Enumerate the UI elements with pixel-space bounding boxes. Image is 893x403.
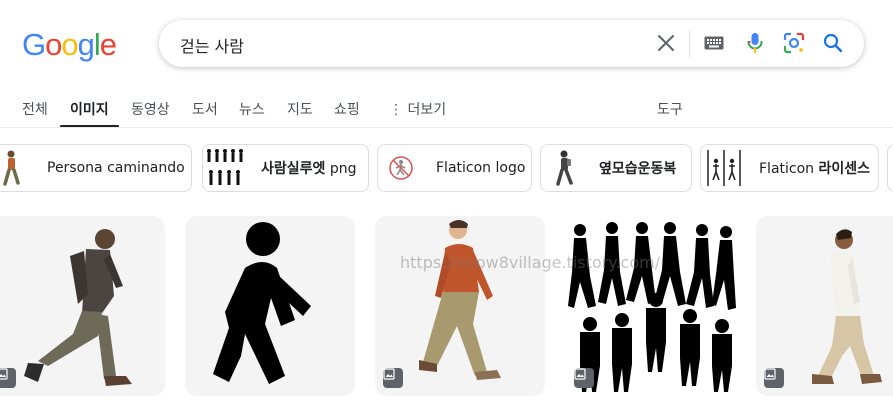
tab-videos[interactable]: 동영상 [131, 99, 170, 119]
image-result[interactable] [0, 216, 165, 396]
logo-letter: e [99, 27, 117, 62]
walking-pictogram-image [213, 222, 311, 384]
chip-persona-caminando[interactable]: Persona caminando [0, 144, 192, 192]
image-badge-icon [574, 368, 594, 388]
logo-letter: o [61, 27, 78, 62]
chip-label: Flaticon 라이센스 [747, 158, 878, 178]
search-divider [689, 31, 690, 57]
tab-more-label: 더보기 [407, 102, 447, 118]
tab-maps[interactable]: 지도 [287, 99, 313, 119]
walking-man-photo [24, 229, 132, 386]
logo-letter: G [22, 27, 46, 62]
logo-letter: g [77, 27, 95, 62]
clear-icon[interactable] [655, 32, 677, 54]
chip-thumbnail [701, 145, 747, 191]
chip-flaticon-license[interactable]: Flaticon 라이센스 [700, 144, 879, 192]
image-result[interactable] [185, 216, 355, 396]
search-tabs: 전체 이미지 동영상 도서 뉴스 지도 쇼핑 ⋮ 더보기 도구 [0, 92, 893, 128]
search-box[interactable]: 걷는 사람 [159, 20, 864, 67]
image-result[interactable] [375, 216, 545, 396]
image-badge-icon [383, 368, 403, 388]
tab-images[interactable]: 이미지 [70, 99, 109, 119]
image-result[interactable] [566, 216, 736, 396]
tab-more[interactable]: ⋮ 더보기 [389, 99, 446, 119]
tab-shopping[interactable]: 쇼핑 [334, 99, 360, 119]
tab-tools[interactable]: 도구 [657, 99, 683, 119]
microphone-icon[interactable] [744, 32, 766, 54]
chip-thumbnail [378, 145, 424, 191]
watermark-text: https://snow8village.tistory.com/ [400, 253, 661, 272]
chip-silhouette-png[interactable]: 사람실루엣 png [202, 144, 369, 192]
chip-label: 옆모습운동복 [599, 161, 677, 177]
tab-all[interactable]: 전체 [22, 99, 48, 119]
chip-thumbnail [203, 145, 249, 191]
tab-news[interactable]: 뉴스 [239, 99, 265, 119]
tab-books[interactable]: 도서 [192, 99, 218, 119]
chip-label-bold: 라이센스 [818, 161, 871, 177]
chip-thumbnail [0, 145, 35, 191]
chip-label: Persona caminando [47, 160, 185, 176]
more-vert-icon: ⋮ [389, 102, 403, 118]
chip-label-rest: png [325, 161, 357, 177]
image-result[interactable] [756, 216, 893, 396]
search-icon[interactable] [822, 32, 844, 54]
tabs-divider [0, 127, 893, 128]
logo-letter: o [45, 27, 62, 62]
keyboard-icon[interactable] [703, 32, 725, 54]
image-badge-icon [764, 368, 784, 388]
chip-flaticon-logo[interactable]: Flaticon logo [377, 144, 532, 192]
image-badge-icon [0, 368, 16, 388]
search-input[interactable]: 걷는 사람 [180, 33, 244, 57]
google-logo[interactable]: Google [22, 27, 117, 63]
chip-label-bold: 사람실루엣 [261, 161, 326, 177]
chip-thumbnail [541, 145, 587, 191]
chip-label-rest: Flaticon [759, 161, 819, 177]
chip-label: Flaticon logo [436, 160, 526, 176]
chip-label: 사람실루엣 png [249, 158, 368, 178]
chip-side-profile-sportswear[interactable]: 옆모습운동복 [540, 144, 692, 192]
chip-partial[interactable] [887, 144, 893, 192]
lens-icon[interactable] [783, 32, 805, 54]
